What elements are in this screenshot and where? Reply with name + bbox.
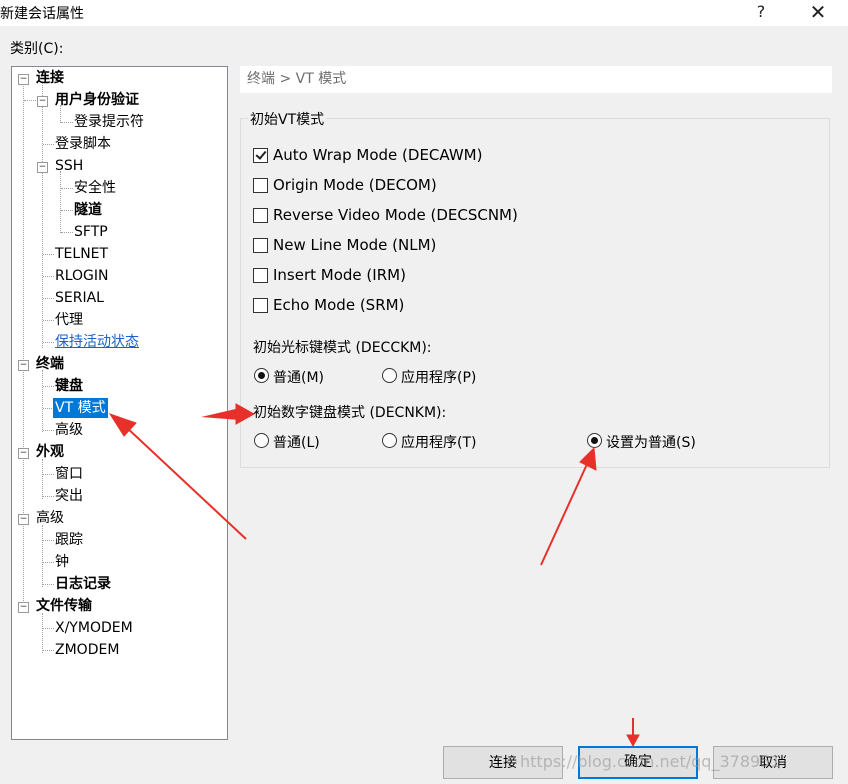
tree-item-appearance[interactable]: 外观	[36, 442, 64, 462]
tree-item-highlight[interactable]: 突出	[55, 486, 83, 506]
checkbox-label: Auto Wrap Mode (DECAWM)	[273, 146, 483, 164]
tree-item-terminal[interactable]: 终端	[36, 354, 64, 374]
checkbox-icon[interactable]	[253, 238, 268, 253]
keypad-label: 初始数字键盘模式 (DECNKM):	[253, 405, 447, 421]
window-title: 新建会话属性	[0, 6, 84, 22]
collapse-advanced-icon[interactable]: −	[18, 514, 29, 525]
breadcrumb: 终端 > VT 模式	[240, 66, 832, 93]
tree-item-xymodem[interactable]: X/YMODEM	[55, 618, 133, 638]
collapse-connection-icon[interactable]: −	[18, 74, 29, 85]
category-tree[interactable]: − 连接 − 用户身份验证 登录提示符 登录脚本 − SSH 安全性 隧道 SF…	[11, 66, 228, 740]
tree-item-auth[interactable]: 用户身份验证	[55, 90, 139, 110]
cursor-keys-label: 初始光标键模式 (DECCKM):	[253, 340, 432, 356]
radio-icon[interactable]	[254, 433, 269, 448]
collapse-auth-icon[interactable]: −	[37, 96, 48, 107]
tree-item-tunnel[interactable]: 隧道	[74, 200, 102, 220]
collapse-appearance-icon[interactable]: −	[18, 448, 29, 459]
tree-item-window[interactable]: 窗口	[55, 464, 83, 484]
radio-selected-icon[interactable]	[254, 368, 269, 383]
tree-item-logging[interactable]: 日志记录	[55, 574, 111, 594]
radio-icon[interactable]	[382, 368, 397, 383]
radio-selected-icon[interactable]	[587, 433, 602, 448]
checkbox-label: Insert Mode (IRM)	[273, 266, 406, 284]
close-icon[interactable]: ✕	[802, 0, 834, 24]
category-label: 类别(C):	[10, 41, 64, 57]
tree-item-keepalive[interactable]: 保持活动状态	[55, 332, 139, 352]
help-icon[interactable]: ?	[745, 0, 777, 24]
checkbox-label: Echo Mode (SRM)	[273, 296, 405, 314]
tree-item-advanced-root[interactable]: 高级	[36, 508, 64, 528]
tree-item-keyboard[interactable]: 键盘	[55, 376, 83, 396]
arrow-to-set-normal	[540, 461, 589, 566]
tree-item-file-transfer[interactable]: 文件传输	[36, 596, 92, 616]
tree-item-login-prompt[interactable]: 登录提示符	[74, 112, 144, 132]
checkbox-icon[interactable]	[253, 208, 268, 223]
tree-item-telnet[interactable]: TELNET	[55, 244, 108, 264]
watermark: https://blog.csdn.net/qq_378951	[520, 752, 781, 771]
radio-label: 设置为普通(S)	[606, 435, 696, 451]
checkbox-icon[interactable]	[253, 178, 268, 193]
tree-item-bell[interactable]: 钟	[55, 552, 69, 572]
collapse-ssh-icon[interactable]: −	[37, 162, 48, 173]
radio-icon[interactable]	[382, 433, 397, 448]
radio-label: 应用程序(P)	[401, 370, 477, 386]
group-title: 初始VT模式	[248, 109, 327, 129]
tree-item-ssh[interactable]: SSH	[55, 156, 83, 176]
arrowhead-icon	[626, 734, 640, 748]
radio-label: 普通(M)	[273, 370, 325, 386]
title-bar: 新建会话属性 ? ✕	[0, 0, 848, 26]
collapse-file-transfer-icon[interactable]: −	[18, 602, 29, 613]
tree-item-trace[interactable]: 跟踪	[55, 530, 83, 550]
tree-item-serial[interactable]: SERIAL	[55, 288, 104, 308]
tree-item-connection[interactable]: 连接	[36, 68, 64, 88]
checkbox-label: New Line Mode (NLM)	[273, 236, 437, 254]
tree-item-advanced[interactable]: 高级	[55, 420, 83, 440]
checkbox-icon[interactable]	[253, 268, 268, 283]
collapse-terminal-icon[interactable]: −	[18, 360, 29, 371]
tree-item-login-script[interactable]: 登录脚本	[55, 134, 111, 154]
radio-label: 应用程序(T)	[401, 435, 477, 451]
tree-item-sftp[interactable]: SFTP	[74, 222, 108, 242]
radio-label: 普通(L)	[273, 435, 320, 451]
tree-item-rlogin[interactable]: RLOGIN	[55, 266, 109, 286]
checkbox-label: Origin Mode (DECOM)	[273, 176, 437, 194]
tree-item-proxy[interactable]: 代理	[55, 310, 83, 330]
checkbox-label: Reverse Video Mode (DECSCNM)	[273, 206, 518, 224]
checkbox-icon[interactable]	[253, 298, 268, 313]
tree-item-vt-mode[interactable]: VT 模式	[53, 398, 108, 418]
tree-item-security[interactable]: 安全性	[74, 178, 116, 198]
tree-item-zmodem[interactable]: ZMODEM	[55, 640, 119, 660]
checkbox-checked-icon[interactable]	[253, 148, 268, 163]
